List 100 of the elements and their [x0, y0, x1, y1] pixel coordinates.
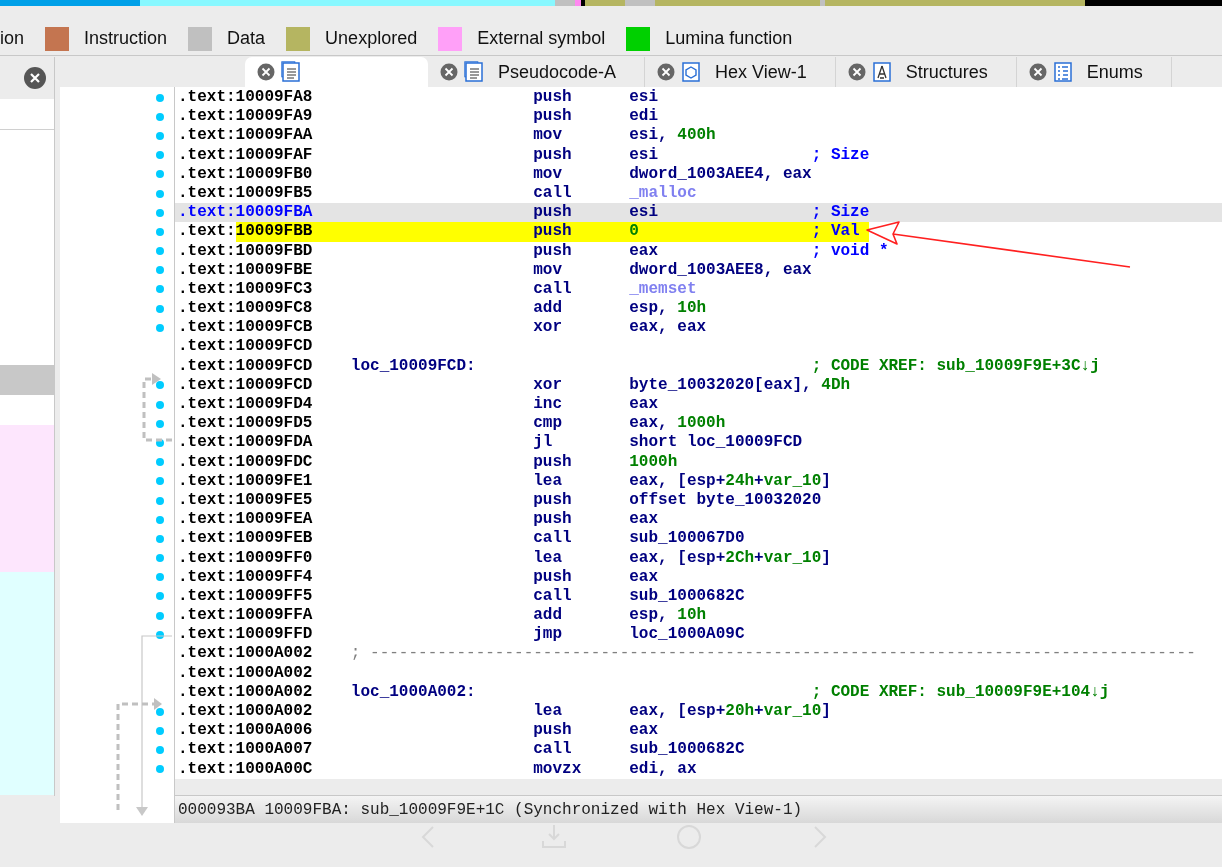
listing-line[interactable]: .text:10009FBD push eax ; void * — [175, 241, 1222, 261]
listing-line[interactable]: .text:10009FCD loc_10009FCD: ; CODE XREF: sub_10009F9E+3C↓j — [175, 356, 1222, 376]
listing-line[interactable]: .text:10009FCD — [175, 337, 1222, 357]
address: .text:10009FFA — [178, 606, 314, 626]
listing-line[interactable]: .text:10009FDC push 1000h — [175, 452, 1222, 472]
listing-line[interactable]: .text:10009FC8 add esp, 10h — [175, 299, 1222, 319]
close-icon[interactable] — [440, 63, 458, 81]
address: .text:10009FE5 — [178, 490, 314, 511]
operands: dword_1003AEE8, eax — [629, 260, 813, 280]
list-icon — [1052, 61, 1073, 83]
operands: eax — [629, 241, 660, 261]
listing-line[interactable]: .text:10009FFA add esp, 10h — [175, 606, 1222, 626]
address: .text:10009FDC — [178, 452, 314, 472]
address: .text:10009FC8 — [178, 299, 314, 319]
listing-line[interactable]: .text:10009FFD jmp loc_1000A09C — [175, 625, 1222, 645]
close-icon[interactable] — [30, 73, 40, 83]
operands: eax — [629, 721, 660, 741]
close-icon[interactable] — [257, 63, 275, 81]
mnemonic: push — [533, 452, 573, 472]
legend-label: Lumina function — [665, 28, 793, 49]
address: .text:10009FDA — [178, 433, 314, 453]
listing-line[interactable]: .text:10009FE5 push offset byte_10032020 — [175, 490, 1222, 511]
listing-line[interactable]: .text:10009FEB call sub_100067D0 — [175, 529, 1222, 549]
address: .text:1000A002 — [178, 702, 314, 722]
listing-line[interactable]: .text:1000A006 push eax — [175, 721, 1222, 741]
mnemonic: jl — [533, 433, 554, 453]
listing-line[interactable]: .text:10009FAA mov esi, 400h — [175, 126, 1222, 146]
listing-line[interactable]: .text:10009FE1 lea eax, [esp+24h+var_10] — [175, 471, 1222, 491]
listing-line[interactable]: .text:10009FB0 mov dword_1003AEE4, eax — [175, 164, 1222, 184]
operands: dword_1003AEE4, eax — [629, 164, 813, 184]
address: .text:10009FBD — [178, 241, 314, 261]
close-button[interactable] — [24, 67, 46, 89]
address: .text:10009FB5 — [178, 183, 314, 204]
address: .text:10009FC3 — [178, 279, 314, 300]
mnemonic: lea — [533, 548, 564, 568]
mnemonic: push — [533, 145, 573, 165]
listing-line[interactable]: .text:1000A007 call sub_1000682C — [175, 740, 1222, 760]
listing-line[interactable]: .text:10009FC3 call _memset — [175, 279, 1222, 300]
address: .text:1000A00C — [178, 759, 314, 779]
comment: ; Size — [811, 203, 871, 223]
mnemonic: mov — [533, 260, 564, 280]
mnemonic: push — [533, 241, 573, 261]
mnemonic: push — [533, 203, 573, 223]
listing-line[interactable]: .text:1000A002 lea eax, [esp+20h+var_10] — [175, 702, 1222, 722]
listing-line[interactable]: .text:10009FBE mov dword_1003AEE8, eax — [175, 260, 1222, 280]
operands: offset byte_10032020 — [629, 490, 823, 511]
listing-line[interactable]: .text:1000A002 — [175, 663, 1222, 683]
listing-line[interactable]: .text:10009FDA jl short loc_10009FCD — [175, 433, 1222, 453]
document-icon — [464, 61, 484, 83]
listing-line[interactable]: .text:10009FCB xor eax, eax — [175, 318, 1222, 338]
operands: eax — [629, 567, 660, 587]
address: .text:10009FD4 — [178, 395, 314, 415]
listing-line[interactable]: .text:10009FAF push esi ; Size — [175, 145, 1222, 165]
listing-line[interactable]: .text:10009FB5 call _malloc — [175, 183, 1222, 204]
listing-line[interactable]: .text:10009FF5 call sub_1000682C — [175, 586, 1222, 607]
close-icon[interactable] — [1028, 63, 1047, 81]
address: .text:10009FF0 — [178, 548, 314, 568]
listing-line[interactable]: .text:10009FA8 push esi — [175, 88, 1222, 108]
address: .text:10009FCD — [178, 356, 314, 376]
mnemonic: inc — [533, 395, 564, 415]
mnemonic: lea — [533, 702, 564, 722]
tab[interactable] — [245, 57, 428, 87]
comment: ; Size — [811, 145, 871, 165]
operands: esp, 10h — [629, 606, 708, 626]
operands: loc_1000A09C — [629, 625, 746, 645]
mnemonic: call — [533, 586, 573, 607]
listing-line[interactable]: .text:10009FEA push eax — [175, 510, 1222, 530]
listing-line[interactable]: .text:10009FA9 push edi — [175, 107, 1222, 127]
listing-line[interactable]: .text:1000A00C movzx edi, ax — [175, 759, 1222, 779]
mnemonic: push — [533, 567, 573, 587]
listing-line[interactable]: .text:10009FCD xor byte_10032020[eax], 4Dh — [175, 375, 1222, 395]
address: .text:10009FFD — [178, 625, 314, 645]
mnemonic: cmp — [533, 414, 564, 434]
address: .text:1000A002 — [178, 644, 314, 664]
address: .text:10009FF4 — [178, 567, 314, 587]
listing-line[interactable]: .text:1000A002 loc_1000A002: ; CODE XREF: sub_10009F9E+104↓j — [175, 682, 1222, 702]
mnemonic: call — [533, 279, 573, 300]
legend-label: External symbol — [477, 28, 606, 49]
mnemonic: push — [533, 721, 573, 741]
navigation-band[interactable] — [0, 0, 1222, 6]
close-icon[interactable] — [847, 63, 866, 81]
listing-line[interactable]: .text:10009FF0 lea eax, [esp+2Ch+var_10] — [175, 548, 1222, 568]
operands: sub_1000682C — [629, 586, 746, 607]
operands: esi — [629, 145, 660, 165]
operands: esi, 400h — [629, 126, 717, 146]
listing-line[interactable]: .text:10009FD4 inc eax — [175, 395, 1222, 415]
listing-line[interactable]: .text:10009FD5 cmp eax, 1000h — [175, 414, 1222, 434]
listing-line[interactable]: .text:10009FF4 push eax — [175, 567, 1222, 587]
mnemonic: push — [533, 222, 573, 242]
operands: eax — [629, 510, 660, 530]
legend-label: Unexplored — [325, 28, 418, 49]
close-icon[interactable] — [657, 63, 676, 81]
listing-line[interactable]: .text:1000A002 ; -------------------------------------------------------------------------------------- — [175, 644, 1222, 664]
address: .text:10009FCD — [178, 375, 314, 395]
mnemonic: push — [533, 107, 573, 127]
operands: esp, 10h — [629, 299, 708, 319]
structure-icon — [871, 61, 892, 83]
address: .text:10009FA9 — [178, 107, 314, 127]
mnemonic: xor — [533, 375, 564, 395]
address: .text:10009FEB — [178, 529, 314, 549]
